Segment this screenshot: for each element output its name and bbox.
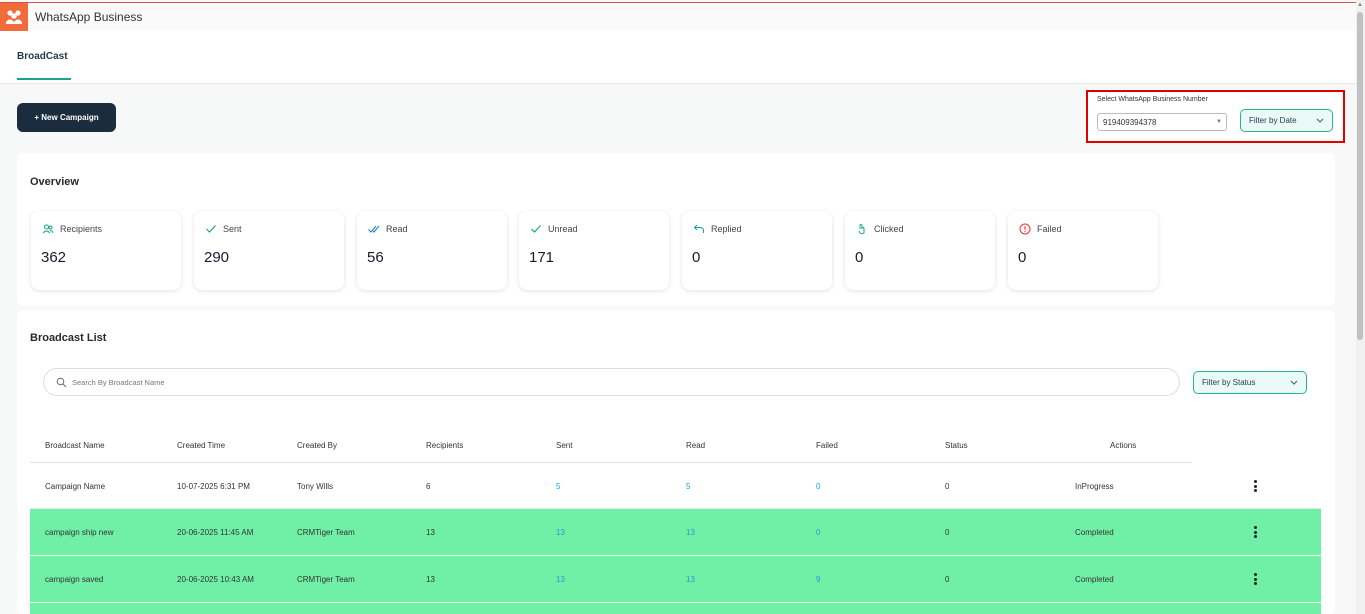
filter-by-date-label: Filter by Date (1249, 116, 1297, 125)
more-actions-icon[interactable] (1249, 479, 1261, 493)
cell-failed-link[interactable]: 9 (816, 575, 820, 584)
tab-broadcast[interactable]: BroadCast (17, 51, 68, 62)
broadcast-list-title: Broadcast List (30, 332, 107, 344)
cell-status: Completed (1075, 575, 1114, 584)
business-number-value: 919409394378 (1103, 118, 1157, 127)
chevron-down-icon (1316, 118, 1324, 123)
search-icon (56, 377, 67, 388)
stat-label: Failed (1037, 224, 1062, 234)
stat-label: Read (386, 224, 408, 234)
cell-read-link[interactable]: 13 (686, 575, 695, 584)
stat-card-failed: Failed 0 (1008, 211, 1158, 290)
stat-card-clicked: Clicked 0 (845, 211, 995, 290)
cell-sent-link[interactable]: 13 (556, 528, 565, 537)
column-header: Created By (297, 441, 338, 450)
chevron-down-icon (1290, 380, 1298, 385)
cell-read-link[interactable]: 5 (686, 482, 690, 491)
cell-read-link[interactable]: 13 (686, 528, 695, 537)
cell-sent-link[interactable]: 5 (556, 482, 560, 491)
overview-title: Overview (30, 176, 79, 188)
scrollbar-thumb[interactable] (1357, 12, 1363, 340)
stat-card-sent: Sent 290 (194, 211, 344, 290)
caret-down-icon: ▼ (1216, 119, 1222, 125)
broadcast-table: Broadcast Name Created Time Created By R… (30, 430, 1321, 614)
cell-status: InProgress (1075, 482, 1114, 491)
users-icon (42, 224, 54, 234)
filter-by-status-label: Filter by Status (1202, 378, 1256, 387)
column-header: Created Time (177, 441, 226, 450)
stat-card-recipients: Recipients 362 (31, 211, 181, 290)
app-title: WhatsApp Business (35, 10, 143, 24)
more-actions-icon[interactable] (1249, 572, 1261, 586)
search-placeholder: Search By Broadcast Name (72, 378, 165, 387)
cell-created-by: Tony Wills (297, 482, 334, 491)
app-logo (0, 3, 28, 31)
pointer-icon (858, 224, 865, 235)
stat-label: Clicked (874, 224, 904, 234)
table-header: Broadcast Name Created Time Created By R… (30, 430, 1192, 463)
column-header: Read (686, 441, 706, 450)
filter-by-date-button[interactable]: Filter by Date (1240, 109, 1333, 132)
cell-broadcast-name: campaign saved (45, 575, 104, 584)
reply-icon (693, 224, 704, 233)
stat-value: 362 (41, 249, 67, 266)
stat-value: 0 (855, 249, 864, 266)
cell-failed-link[interactable]: 0 (816, 482, 820, 491)
cell-status-count: 0 (945, 482, 950, 491)
column-header: Status (945, 441, 968, 450)
stat-label: Replied (711, 224, 742, 234)
cell-recipients: 13 (426, 528, 435, 537)
table-row[interactable] (30, 603, 1321, 614)
double-check-icon (368, 225, 380, 233)
users-group-icon (6, 10, 22, 24)
cell-failed-link[interactable]: 0 (816, 528, 820, 537)
more-actions-icon[interactable] (1249, 525, 1261, 539)
stat-card-read: Read 56 (357, 211, 507, 290)
column-header: Actions (1110, 441, 1137, 450)
stat-card-unread: Unread 171 (519, 211, 669, 290)
cell-status: Completed (1075, 528, 1114, 537)
cell-created-by: CRMTiger Team (297, 575, 355, 584)
search-input[interactable]: Search By Broadcast Name (43, 368, 1180, 396)
stat-value: 56 (367, 249, 384, 266)
check-icon (531, 225, 541, 233)
alert-icon (1019, 223, 1031, 235)
stat-value: 171 (529, 249, 555, 266)
business-number-label: Select WhatsApp Business Number (1097, 96, 1208, 103)
cell-created-by: CRMTiger Team (297, 528, 355, 537)
check-icon (206, 225, 216, 233)
stat-value: 290 (204, 249, 230, 266)
column-header: Broadcast Name (45, 441, 105, 450)
business-number-select[interactable]: 919409394378 ▼ (1097, 113, 1227, 131)
stat-value: 0 (1018, 249, 1027, 266)
stat-label: Unread (548, 224, 578, 234)
column-header: Recipients (426, 441, 464, 450)
cell-recipients: 6 (426, 482, 431, 491)
cell-recipients: 13 (426, 575, 435, 584)
stat-value: 0 (692, 249, 701, 266)
column-header: Sent (556, 441, 573, 450)
table-row[interactable]: campaign ship new 20-06-2025 11:45 AM CR… (30, 509, 1321, 556)
stat-card-replied: Replied 0 (682, 211, 832, 290)
table-row[interactable]: campaign saved 20-06-2025 10:43 AM CRMTi… (30, 556, 1321, 603)
cell-status-count: 0 (945, 575, 950, 584)
filter-by-status-button[interactable]: Filter by Status (1193, 371, 1307, 394)
cell-created-time: 20-06-2025 11:45 AM (177, 528, 254, 537)
cell-created-time: 10-07-2025 6:31 PM (177, 482, 250, 491)
vertical-scrollbar[interactable]: ▲ (1356, 0, 1365, 614)
table-row[interactable]: Campaign Name 10-07-2025 6:31 PM Tony Wi… (30, 463, 1321, 509)
scroll-up-icon[interactable]: ▲ (1357, 2, 1363, 8)
cell-broadcast-name: Campaign Name (45, 482, 106, 491)
cell-sent-link[interactable]: 13 (556, 575, 565, 584)
new-campaign-button[interactable]: + New Campaign (17, 103, 116, 132)
stat-label: Sent (223, 224, 242, 234)
stat-label: Recipients (60, 224, 103, 234)
cell-created-time: 20-06-2025 10:43 AM (177, 575, 254, 584)
column-header: Failed (816, 441, 838, 450)
cell-broadcast-name: campaign ship new (45, 528, 114, 537)
tab-active-indicator (17, 78, 71, 80)
app-header: WhatsApp Business (0, 3, 1356, 31)
tab-bar: BroadCast (0, 31, 1356, 84)
cell-status-count: 0 (945, 528, 950, 537)
